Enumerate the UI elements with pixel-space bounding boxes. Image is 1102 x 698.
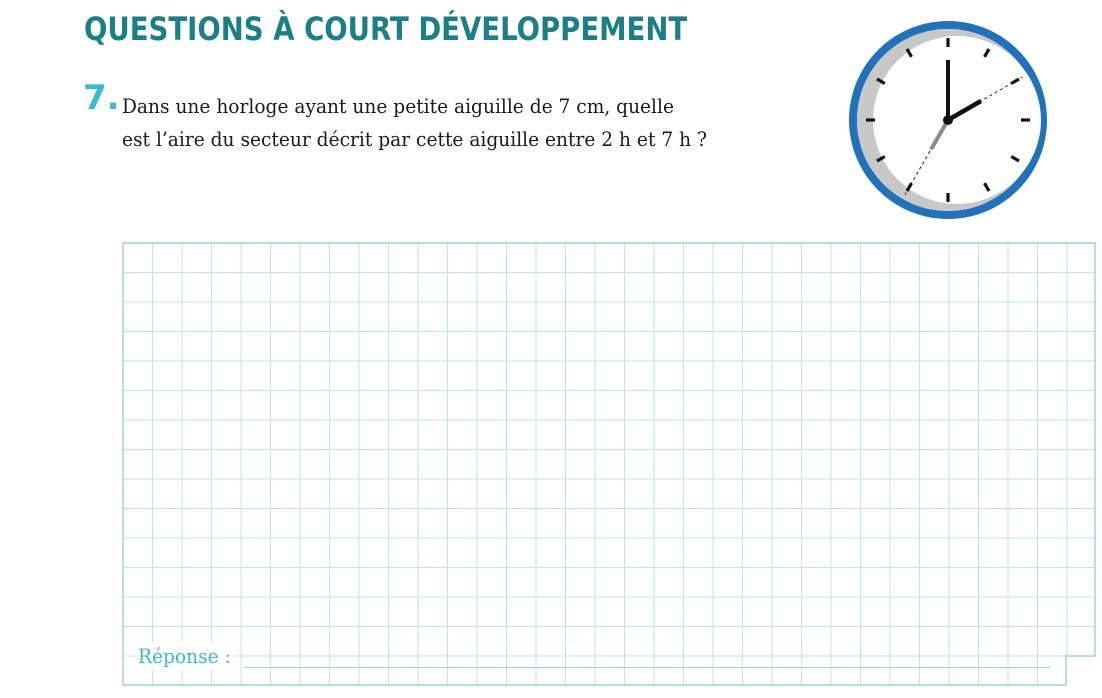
answer-label: Réponse : xyxy=(138,642,235,670)
answer-grid[interactable] xyxy=(0,0,1102,698)
grid-lines xyxy=(123,243,1095,685)
answer-line[interactable] xyxy=(244,667,1050,668)
worksheet-page: QUESTIONS À COURT DÉVELOPPEMENT 7. Dans … xyxy=(0,0,1102,698)
